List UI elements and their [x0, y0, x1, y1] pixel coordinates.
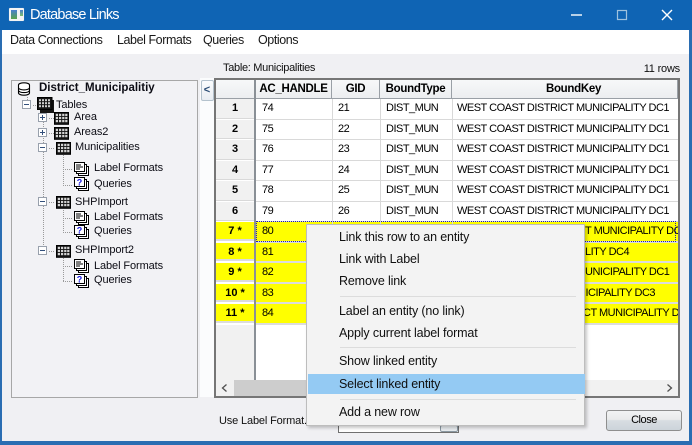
svg-text:?: ?	[77, 225, 83, 235]
svg-text:?: ?	[77, 178, 83, 188]
svg-text:?: ?	[77, 274, 83, 284]
